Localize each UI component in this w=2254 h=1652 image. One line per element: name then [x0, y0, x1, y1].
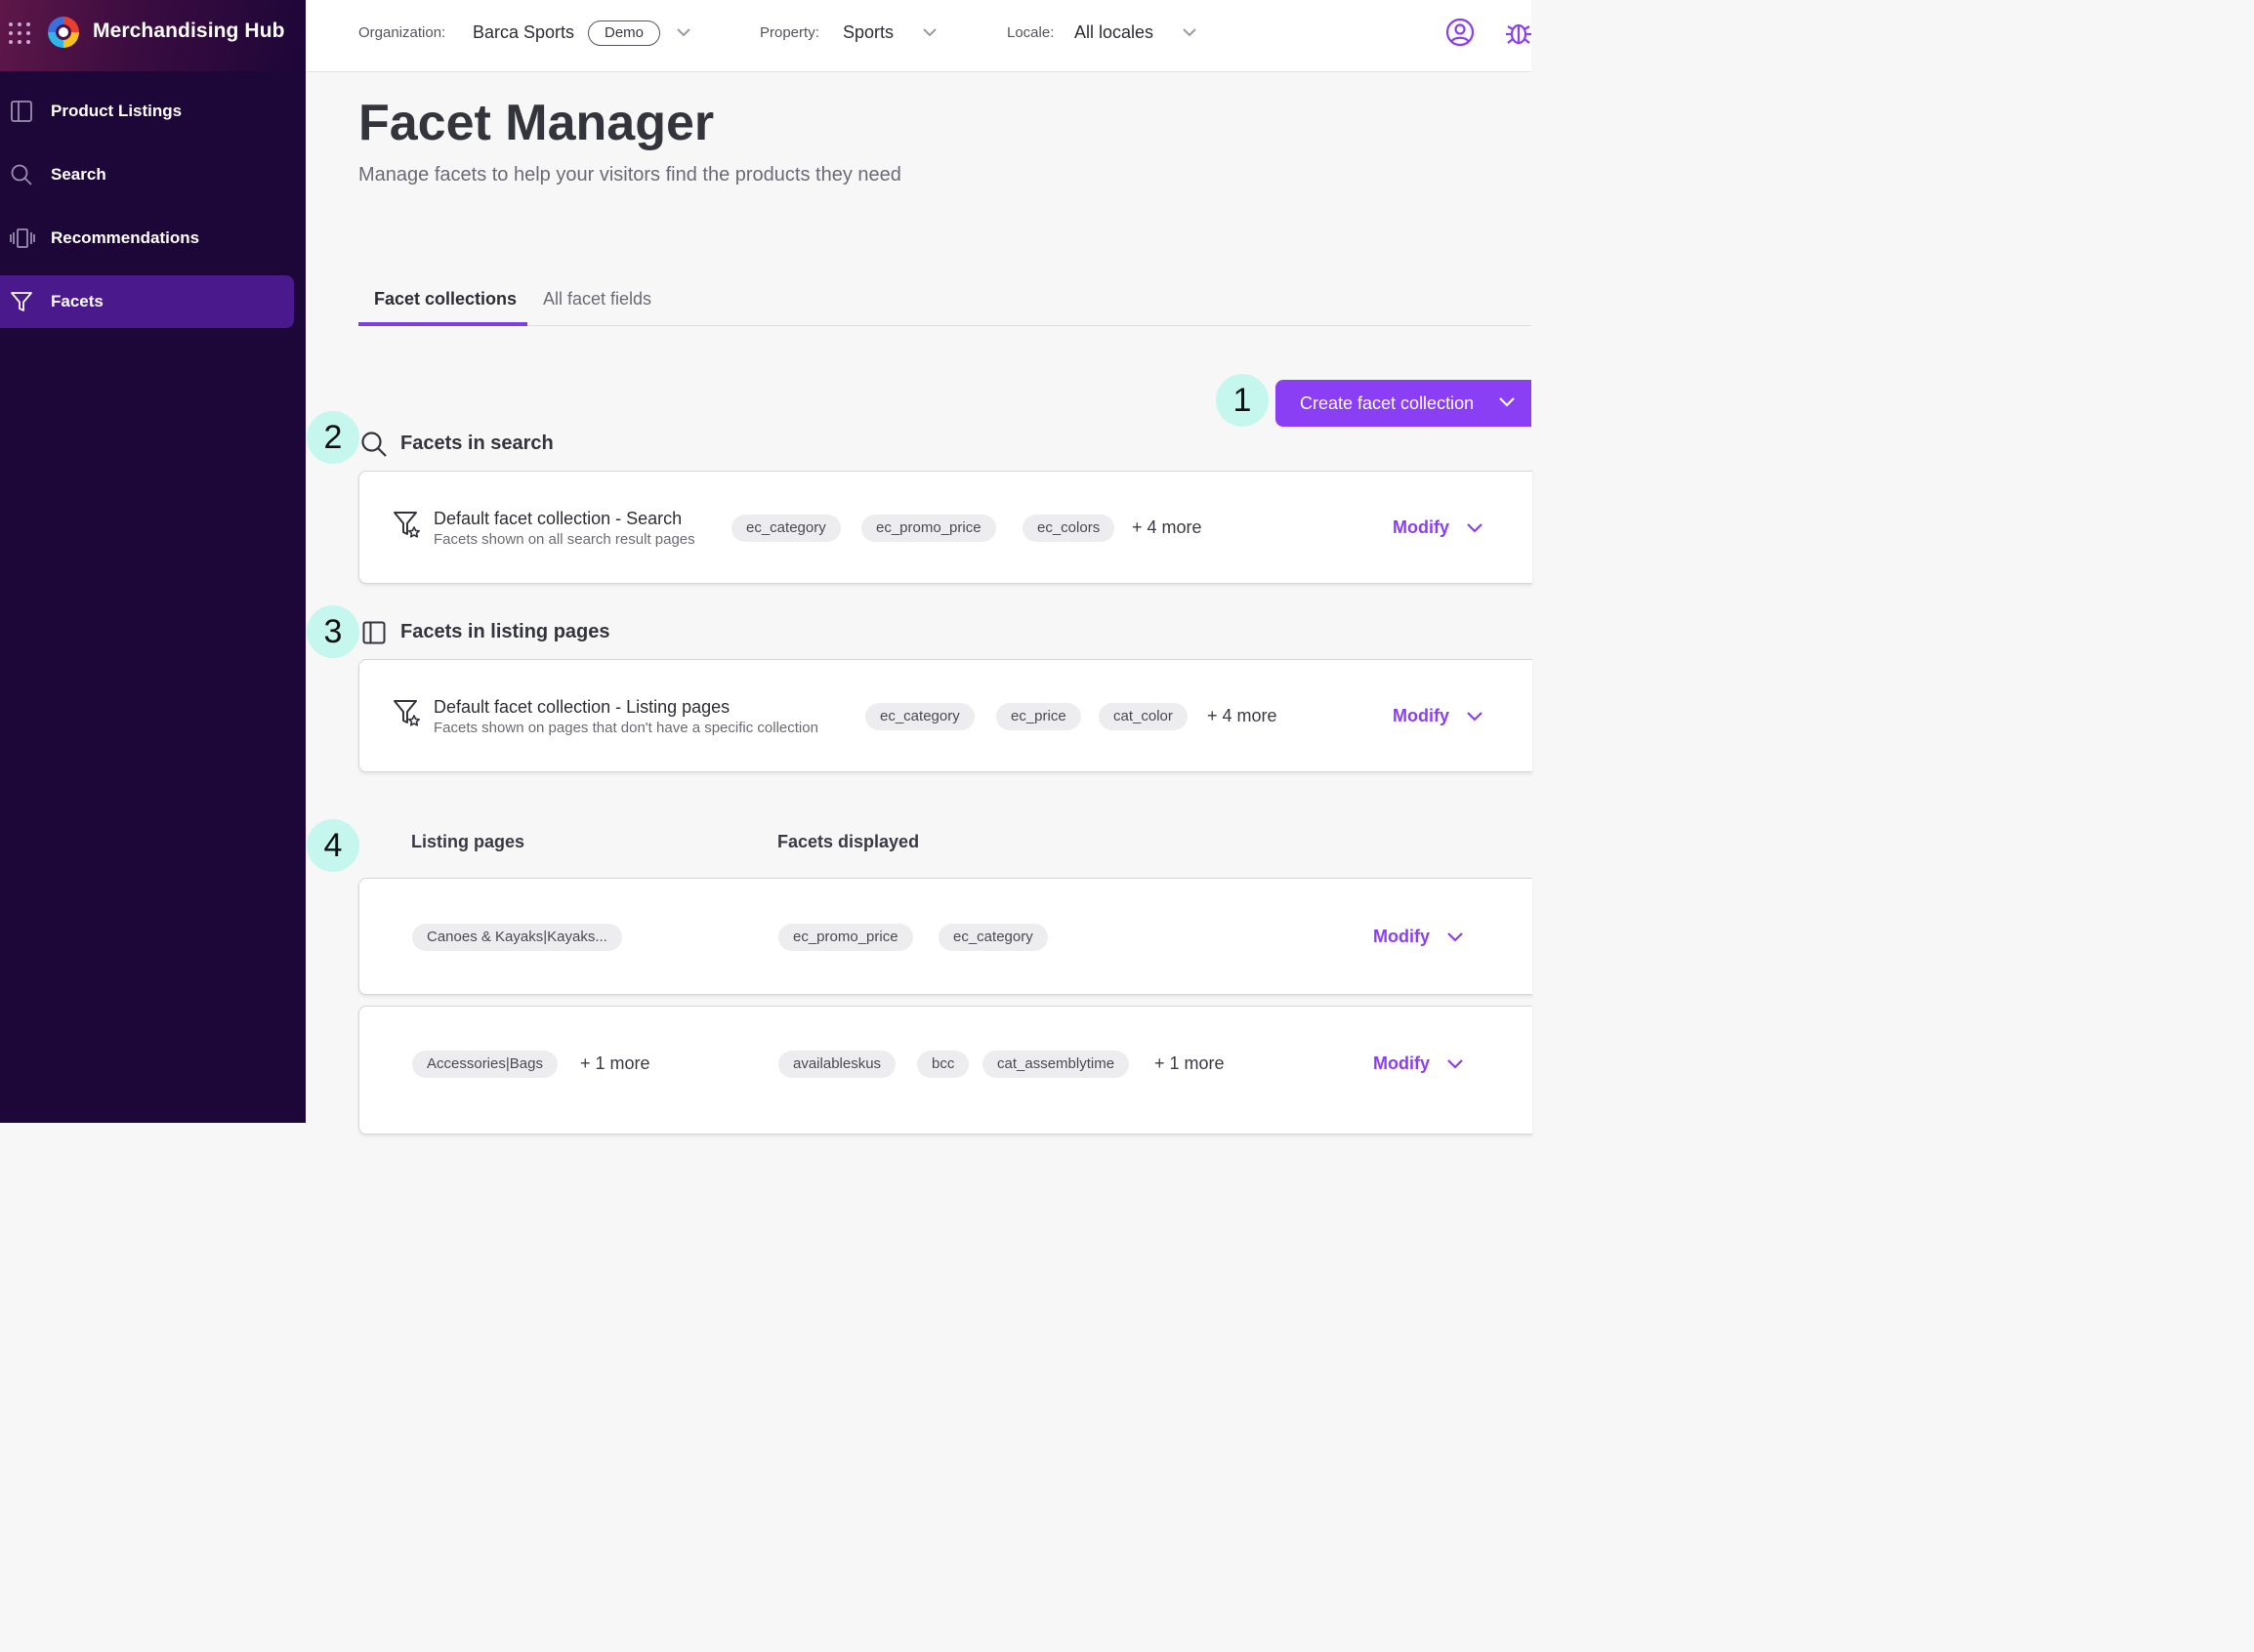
sidebar-panel-icon: [362, 621, 386, 644]
sidebar-item-facets[interactable]: Facets: [0, 275, 294, 328]
callout-badge: 1: [1216, 374, 1269, 427]
property-label: Property:: [760, 24, 819, 41]
section-heading-listing: Facets in listing pages: [400, 621, 610, 642]
facet-chip: cat_color: [1099, 703, 1188, 730]
facet-chip: availableskus: [778, 1051, 897, 1078]
locale-label: Locale:: [1007, 24, 1055, 41]
facet-chip: ec_promo_price: [778, 924, 913, 951]
create-button-label: Create facet collection: [1300, 393, 1475, 413]
user-account-icon[interactable]: [1445, 18, 1475, 47]
collection-title: Default facet collection - Listing pages: [434, 697, 730, 717]
chevron-down-icon[interactable]: [1446, 930, 1464, 944]
sidebar: Merchandising Hub Product Listings Searc…: [0, 0, 306, 1123]
filter-icon: [11, 292, 32, 311]
chevron-down-icon: [1499, 397, 1515, 407]
collection-description: Facets shown on all search result pages: [434, 531, 695, 548]
sidebar-item-label: Recommendations: [51, 228, 200, 247]
section-heading-search: Facets in search: [400, 433, 554, 454]
callout-badge: 2: [307, 411, 359, 464]
collection-description: Facets shown on pages that don't have a …: [434, 720, 818, 736]
facet-chip: ec_promo_price: [861, 515, 996, 542]
chevron-down-icon[interactable]: [1446, 1057, 1464, 1071]
modify-button[interactable]: Modify: [1393, 706, 1449, 726]
sidebar-item-product-listings[interactable]: Product Listings: [0, 85, 294, 138]
more-facets-count[interactable]: + 4 more: [1132, 517, 1202, 538]
sidebar-item-label: Facets: [51, 292, 104, 310]
property-selector[interactable]: Sports: [843, 22, 894, 43]
chevron-down-icon[interactable]: [1182, 26, 1197, 38]
collection-title: Default facet collection - Search: [434, 509, 683, 528]
facet-chip: ec_category: [939, 924, 1048, 951]
search-icon: [11, 164, 32, 186]
modify-button[interactable]: Modify: [1373, 1053, 1430, 1074]
modify-button[interactable]: Modify: [1373, 927, 1430, 947]
bug-report-icon[interactable]: [1504, 18, 1533, 47]
page-subtitle: Manage facets to help your visitors find…: [358, 164, 901, 186]
page-title: Facet Manager: [358, 95, 715, 151]
column-header-facets-displayed: Facets displayed: [777, 832, 920, 851]
merchandising-hub-logo-icon: [48, 17, 79, 48]
demo-badge: Demo: [588, 21, 660, 46]
filter-star-icon: [394, 700, 420, 726]
search-icon: [361, 432, 387, 457]
table-row: Canoes & Kayaks|Kayaks... ec_promo_price…: [358, 878, 1532, 995]
more-pages-count[interactable]: + 1 more: [580, 1053, 650, 1074]
create-facet-collection-button[interactable]: Create facet collection: [1275, 380, 1531, 427]
modify-button[interactable]: Modify: [1393, 517, 1449, 538]
listing-page-chip: Accessories|Bags: [412, 1051, 558, 1078]
chevron-down-icon[interactable]: [676, 26, 691, 38]
locale-selector[interactable]: All locales: [1074, 22, 1153, 43]
sidebar-item-label: Search: [51, 165, 106, 184]
chevron-down-icon[interactable]: [1466, 521, 1483, 535]
tabs-divider: [358, 325, 1531, 326]
app-grid-icon[interactable]: [8, 21, 31, 45]
app-name: Merchandising Hub: [93, 20, 285, 42]
carousel-icon: [10, 228, 35, 248]
tab-all-facet-fields[interactable]: All facet fields: [543, 289, 651, 310]
facet-chip: ec_category: [731, 515, 841, 542]
table-row: Accessories|Bags + 1 more availableskus …: [358, 1006, 1532, 1135]
more-facets-count[interactable]: + 1 more: [1154, 1053, 1225, 1074]
active-tab-indicator: [358, 322, 527, 326]
filter-star-icon: [394, 512, 420, 538]
brand-header: Merchandising Hub: [0, 0, 306, 71]
sidebar-item-label: Product Listings: [51, 102, 183, 120]
callout-badge: 4: [307, 819, 359, 872]
callout-badge: 3: [307, 605, 359, 658]
chevron-down-icon[interactable]: [1466, 710, 1483, 723]
organization-selector[interactable]: Barca Sports: [473, 22, 574, 43]
sidebar-item-search[interactable]: Search: [0, 148, 294, 201]
facet-collection-card-listing: Default facet collection - Listing pages…: [358, 659, 1532, 772]
chevron-down-icon[interactable]: [922, 26, 938, 38]
facet-chip: bcc: [917, 1051, 970, 1078]
sidebar-item-recommendations[interactable]: Recommendations: [0, 212, 294, 265]
listing-page-chip: Canoes & Kayaks|Kayaks...: [412, 924, 622, 951]
facet-chip: ec_colors: [1023, 515, 1115, 542]
tab-facet-collections[interactable]: Facet collections: [374, 289, 517, 310]
top-bar: Organization: Barca Sports Demo Property…: [306, 0, 1531, 72]
column-header-listing-pages: Listing pages: [411, 832, 525, 851]
organization-label: Organization:: [358, 24, 446, 41]
more-facets-count[interactable]: + 4 more: [1207, 706, 1277, 726]
facet-chip: ec_category: [865, 703, 975, 730]
facet-collection-card-search: Default facet collection - Search Facets…: [358, 471, 1532, 584]
facet-chip: cat_assemblytime: [982, 1051, 1130, 1078]
facet-chip: ec_price: [996, 703, 1081, 730]
sidebar-panel-icon: [11, 101, 32, 122]
